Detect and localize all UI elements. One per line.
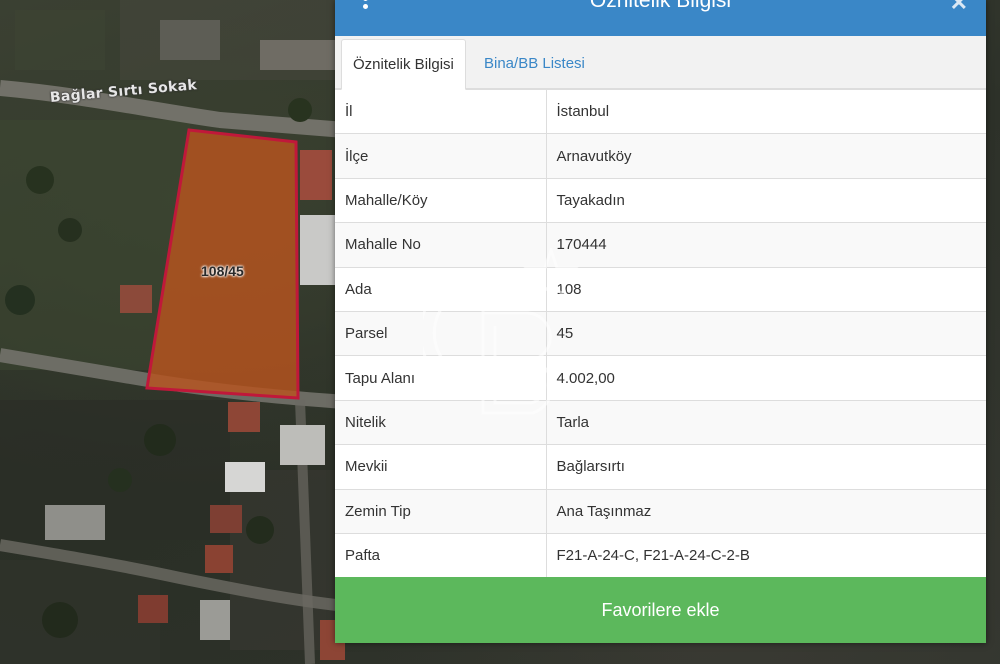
row-value: 45 — [546, 310, 986, 356]
close-icon[interactable]: ✕ — [950, 0, 968, 16]
row-key: Mevkii — [335, 444, 547, 490]
row-key: Pafta — [335, 532, 547, 578]
row-value: İstanbul — [546, 88, 986, 134]
row-value: Tayakadın — [546, 177, 986, 223]
row-value: Tarla — [546, 399, 986, 445]
attribute-table: İl İstanbul İlçe Arnavutköy Mahalle/Köy … — [335, 88, 986, 578]
table-row: Mevkii Bağlarsırtı — [335, 444, 986, 490]
row-value: 170444 — [546, 222, 986, 268]
table-row: Nitelik Tarla — [335, 399, 986, 445]
row-key: İl — [335, 88, 547, 134]
row-value: Bağlarsırtı — [546, 444, 986, 490]
table-row: Parsel 45 — [335, 310, 986, 356]
add-to-favorites-button[interactable]: Favorilere ekle — [335, 577, 986, 643]
row-key: Nitelik — [335, 399, 547, 445]
table-row: Ada 108 — [335, 266, 986, 312]
row-value: Ana Taşınmaz — [546, 488, 986, 534]
row-key: Tapu Alanı — [335, 355, 547, 401]
row-value: 4.002,00 — [546, 355, 986, 401]
row-key: Mahalle No — [335, 222, 547, 268]
row-value: F21-A-24-C, F21-A-24-C-2-B — [546, 532, 986, 578]
table-row: İl İstanbul — [335, 88, 986, 134]
tab-bar: Öznitelik Bilgisi Bina/BB Listesi — [335, 36, 986, 90]
table-row: Pafta F21-A-24-C, F21-A-24-C-2-B — [335, 532, 986, 578]
tab-building-list[interactable]: Bina/BB Listesi — [473, 39, 596, 90]
row-value: Arnavutköy — [546, 133, 986, 179]
row-key: İlçe — [335, 133, 547, 179]
panel-title: Öznitelik Bilgisi — [589, 0, 732, 12]
parcel-label: 108/45 — [201, 263, 244, 279]
table-row: Mahalle No 170444 — [335, 222, 986, 268]
tab-attributes[interactable]: Öznitelik Bilgisi — [341, 39, 466, 90]
row-key: Ada — [335, 266, 547, 312]
row-key: Parsel — [335, 310, 547, 356]
table-row: Zemin Tip Ana Taşınmaz — [335, 488, 986, 534]
table-row: Mahalle/Köy Tayakadın — [335, 177, 986, 223]
attribute-panel: Öznitelik Bilgisi ✕ Öznitelik Bilgisi Bi… — [335, 0, 986, 643]
row-key: Zemin Tip — [335, 488, 547, 534]
table-row: İlçe Arnavutköy — [335, 133, 986, 179]
table-row: Tapu Alanı 4.002,00 — [335, 355, 986, 401]
row-value: 108 — [546, 266, 986, 312]
panel-header: Öznitelik Bilgisi ✕ — [335, 0, 986, 36]
row-key: Mahalle/Köy — [335, 177, 547, 223]
